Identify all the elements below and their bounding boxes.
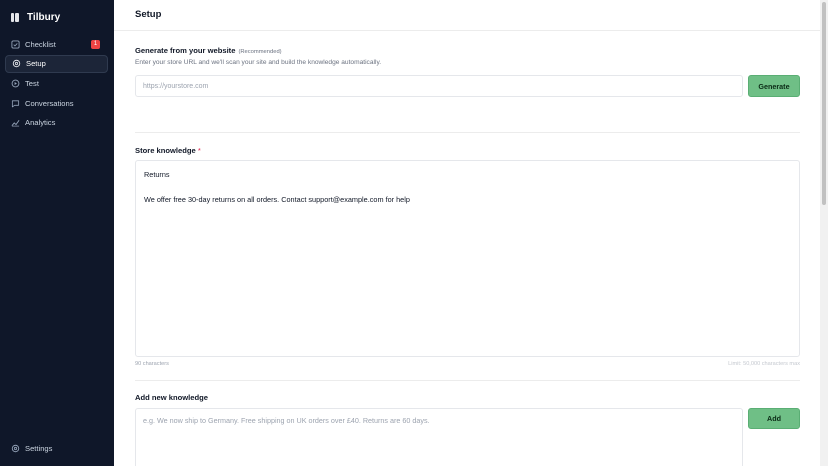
- sidebar-item-analytics[interactable]: Analytics: [5, 114, 108, 132]
- topbar: Setup: [114, 0, 820, 31]
- store-knowledge-textarea[interactable]: Returns We offer free 30-day returns on …: [135, 160, 800, 357]
- generate-title: Generate from your website: [135, 46, 236, 55]
- brand-name: Tilbury: [27, 12, 61, 23]
- store-knowledge-title: Store knowledge *: [135, 146, 201, 155]
- store-knowledge-label: Store knowledge: [135, 146, 196, 155]
- main-content: Setup Generate from your website (Recomme…: [114, 0, 820, 466]
- scrollbar-thumb[interactable]: [822, 2, 826, 205]
- new-knowledge-textarea[interactable]: e.g. We now ship to Germany. Free shippi…: [135, 408, 743, 466]
- sidebar: Tilbury Checklist 1 Setup Test Conversat…: [0, 0, 114, 466]
- page-title: Setup: [135, 9, 162, 20]
- settings-gear-icon: [11, 444, 20, 453]
- sidebar-item-label: Checklist: [25, 39, 56, 49]
- character-count: 90 characters: [135, 361, 169, 367]
- add-knowledge-title: Add new knowledge: [135, 393, 208, 402]
- store-url-input[interactable]: https://yourstore.com: [135, 75, 743, 97]
- generate-section-title: Generate from your website (Recommended): [135, 46, 282, 55]
- character-limit: Limit: 50,000 characters max: [728, 361, 800, 367]
- scrollbar[interactable]: [820, 0, 828, 466]
- knowledge-line: We offer free 30-day returns on all orde…: [144, 195, 410, 204]
- checklist-icon: [11, 39, 20, 49]
- test-icon: [11, 79, 20, 88]
- sidebar-item-label: Test: [25, 78, 39, 88]
- brand-logo-icon: [11, 13, 19, 22]
- sidebar-item-test[interactable]: Test: [5, 74, 108, 92]
- sidebar-item-setup[interactable]: Setup: [5, 54, 108, 73]
- divider: [135, 132, 800, 133]
- divider: [135, 380, 800, 381]
- new-knowledge-placeholder: e.g. We now ship to Germany. Free shippi…: [143, 416, 430, 425]
- required-mark: *: [197, 146, 201, 155]
- sidebar-item-label: Setup: [26, 59, 46, 69]
- knowledge-line: Returns: [144, 170, 170, 179]
- chat-icon: [11, 99, 20, 108]
- checklist-badge: 1: [91, 39, 100, 49]
- store-url-placeholder: https://yourstore.com: [143, 82, 209, 90]
- generate-button[interactable]: Generate: [748, 75, 800, 97]
- recommended-label: (Recommended): [238, 49, 282, 55]
- settings-label: Settings: [25, 444, 53, 453]
- knowledge-line: [144, 183, 791, 196]
- sidebar-item-settings[interactable]: Settings: [11, 444, 52, 453]
- sidebar-item-label: Conversations: [25, 98, 74, 108]
- sidebar-nav: Checklist 1 Setup Test Conversations Ana…: [5, 35, 108, 133]
- generate-description: Enter your store URL and we'll scan your…: [135, 59, 382, 66]
- sidebar-item-conversations[interactable]: Conversations: [5, 94, 108, 112]
- add-button[interactable]: Add: [748, 408, 800, 429]
- brand[interactable]: Tilbury: [11, 12, 60, 23]
- analytics-icon: [11, 118, 20, 127]
- gear-icon: [12, 59, 21, 68]
- sidebar-item-checklist[interactable]: Checklist 1: [5, 35, 108, 53]
- sidebar-item-label: Analytics: [25, 118, 56, 128]
